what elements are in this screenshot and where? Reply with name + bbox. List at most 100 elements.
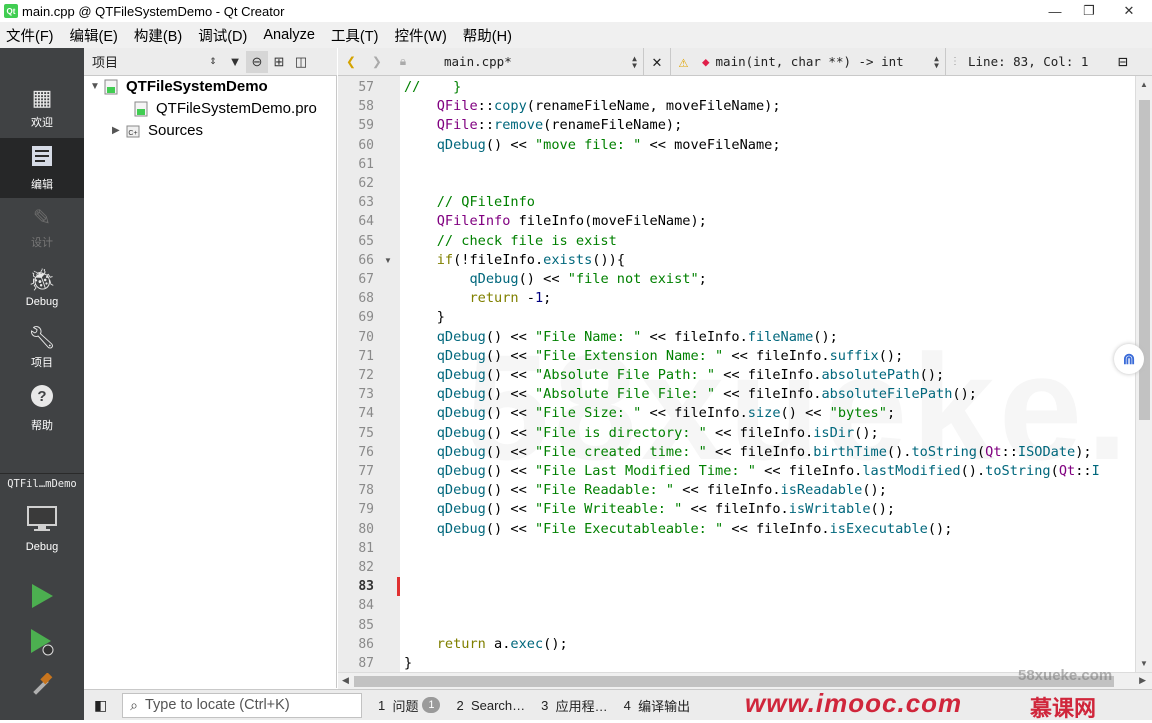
code-line[interactable]: }: [404, 654, 412, 672]
menu-build[interactable]: 构建(B): [134, 25, 182, 46]
menu-tools[interactable]: 工具(T): [331, 25, 379, 46]
locator-input[interactable]: ⌕ Type to locate (Ctrl+K): [122, 692, 362, 718]
kit-project-label: QTFil…mDemo: [7, 478, 77, 490]
close-window-button[interactable]: ✕: [1112, 0, 1146, 22]
scroll-down-icon[interactable]: ▼: [1140, 659, 1148, 668]
mode-projects[interactable]: 🔧︎ 项目: [0, 318, 84, 378]
open-documents-combo[interactable]: main.cpp* ▲ ▼: [416, 47, 644, 76]
kit-selector[interactable]: Debug: [0, 498, 84, 560]
menu-debug[interactable]: 调试(D): [198, 25, 247, 46]
line-number: 78: [358, 483, 374, 499]
code-line[interactable]: qDebug() << "File Readable: " << fileInf…: [404, 481, 887, 500]
code-line[interactable]: // check file is exist: [404, 232, 617, 251]
close-document-icon[interactable]: ✕: [644, 48, 670, 76]
mode-debug[interactable]: 🐞︎ Debug: [0, 258, 84, 318]
code-line[interactable]: return a.exec();: [404, 635, 568, 654]
view-updown-icon[interactable]: ⇕: [202, 51, 224, 73]
mode-edit-label: 编辑: [31, 178, 53, 191]
menu-file[interactable]: 文件(F): [6, 25, 54, 46]
nav-back-icon[interactable]: ❮: [338, 48, 364, 76]
code-line[interactable]: qDebug() << "Absolute File File: " << fi…: [404, 385, 977, 404]
mode-help[interactable]: ? 帮助: [0, 378, 84, 438]
maximize-button[interactable]: ❐: [1072, 0, 1106, 22]
code-line[interactable]: }: [404, 308, 445, 327]
nav-forward-icon[interactable]: ❯: [364, 48, 390, 76]
menu-controls[interactable]: 控件(W): [394, 25, 446, 46]
code-line[interactable]: qDebug() << "File Extension Name: " << f…: [404, 347, 904, 366]
mode-welcome-label: 欢迎: [31, 117, 53, 129]
code-line[interactable]: qDebug() << "File Last Modified Time: " …: [404, 462, 1100, 481]
tree-project-root[interactable]: ▼ QTFileSystemDemo: [90, 78, 268, 95]
line-number: 79: [358, 502, 374, 518]
line-number: 74: [358, 406, 374, 422]
expanded-arrow-icon[interactable]: ▼: [90, 81, 104, 92]
code-line[interactable]: QFile::copy(renameFileName, moveFileName…: [404, 97, 781, 116]
line-number: 60: [358, 137, 374, 153]
vertical-scroll-thumb[interactable]: [1139, 100, 1150, 420]
sources-label: Sources: [148, 122, 204, 139]
code-editor[interactable]: 58xueke.com 57585960616263646566▼6768697…: [338, 76, 1135, 672]
code-line[interactable]: qDebug() << "Absolute File Path: " << fi…: [404, 366, 944, 385]
menu-edit[interactable]: 编辑(E): [70, 25, 118, 46]
menu-analyze[interactable]: Analyze: [263, 27, 315, 43]
mode-design[interactable]: ✎ 设计: [0, 198, 84, 258]
pane-app-output-label: 应用程…: [555, 698, 608, 714]
code-line[interactable]: if(!fileInfo.exists()){: [404, 251, 625, 270]
code-line[interactable]: QFile::remove(renameFileName);: [404, 116, 683, 135]
tree-pro-file[interactable]: QTFileSystemDemo.pro: [134, 100, 317, 117]
fold-arrow-icon[interactable]: ▼: [384, 256, 392, 265]
vertical-scrollbar[interactable]: ▲ ▼: [1135, 76, 1152, 672]
line-number: 73: [358, 387, 374, 403]
mode-separator: [0, 473, 84, 474]
close-sidebar-icon[interactable]: ◫: [290, 51, 312, 73]
mode-edit[interactable]: 编辑: [0, 138, 84, 198]
menu-help[interactable]: 帮助(H): [463, 25, 512, 46]
code-line[interactable]: qDebug() << "File created time: " << fil…: [404, 443, 1092, 462]
scroll-up-icon[interactable]: ▲: [1140, 80, 1148, 89]
current-file-label: main.cpp*: [444, 54, 512, 69]
horizontal-scroll-thumb[interactable]: [354, 676, 1114, 687]
collapsed-arrow-icon[interactable]: ▶: [112, 125, 126, 136]
build-button[interactable]: [26, 670, 58, 702]
link-editor-icon[interactable]: ⊖: [246, 50, 268, 73]
code-line[interactable]: qDebug() << "File Writeable: " << fileIn…: [404, 500, 895, 519]
code-line[interactable]: qDebug() << "move file: " << moveFileNam…: [404, 136, 781, 155]
code-line[interactable]: qDebug() << "File Executableable: " << f…: [404, 520, 953, 539]
pane-app-output-num: 3: [541, 697, 549, 713]
code-line[interactable]: return -1;: [404, 289, 551, 308]
pane-issues[interactable]: 1 问题 1: [378, 696, 441, 715]
lock-icon: 🔒︎: [399, 54, 407, 68]
pane-app-output[interactable]: 3 应用程…: [541, 696, 607, 715]
code-line[interactable]: qDebug() << "File Size: " << fileInfo.si…: [404, 404, 895, 423]
line-number: 62: [358, 176, 374, 191]
code-line[interactable]: qDebug() << "File is directory: " << fil…: [404, 424, 879, 443]
scroll-left-icon[interactable]: ◀: [342, 675, 349, 686]
code-line[interactable]: // }: [404, 78, 461, 97]
kit-config-label: Debug: [25, 540, 59, 553]
pro-file-label: QTFileSystemDemo.pro: [156, 100, 317, 117]
code-text-area[interactable]: // } QFile::copy(renameFileName, moveFil…: [400, 76, 1135, 672]
warning-icon[interactable]: ⚠: [670, 47, 696, 76]
line-column-indicator[interactable]: Line: 83, Col: 1: [960, 54, 1110, 69]
floating-assistant-icon[interactable]: ⋒: [1114, 344, 1144, 374]
code-line[interactable]: qDebug() << "File Name: " << fileInfo.fi…: [404, 328, 838, 347]
code-line[interactable]: QFileInfo fileInfo(moveFileName);: [404, 212, 707, 231]
run-button[interactable]: [26, 580, 58, 612]
mode-welcome[interactable]: ▦ 欢迎: [0, 78, 84, 138]
toggle-sidebar-icon[interactable]: ◧: [94, 697, 107, 714]
debug-run-button[interactable]: [26, 626, 58, 658]
scroll-right-icon[interactable]: ▶: [1139, 675, 1146, 686]
code-line[interactable]: qDebug() << "file not exist";: [404, 270, 706, 289]
code-line[interactable]: // QFileInfo: [404, 193, 535, 212]
symbol-combo[interactable]: ◆ main(int, char **) -> int ▲ ▼: [696, 47, 946, 76]
project-view-label[interactable]: 项目: [92, 52, 202, 71]
pane-search[interactable]: 2 Search…: [456, 698, 525, 713]
project-panel-toolbar: 项目 ⇕ ▼ ⊖ ⊞ ◫: [84, 48, 337, 76]
mode-projects-label: 项目: [31, 357, 53, 369]
tree-sources[interactable]: ▶ C+ Sources: [112, 122, 203, 139]
filter-icon[interactable]: ▼: [224, 51, 246, 73]
split-view-icon[interactable]: ⊞: [268, 51, 290, 73]
split-editor-icon[interactable]: ⊟: [1110, 48, 1136, 76]
pane-compile-output[interactable]: 4 编译输出: [624, 696, 690, 715]
minimize-button[interactable]: —: [1038, 0, 1072, 22]
